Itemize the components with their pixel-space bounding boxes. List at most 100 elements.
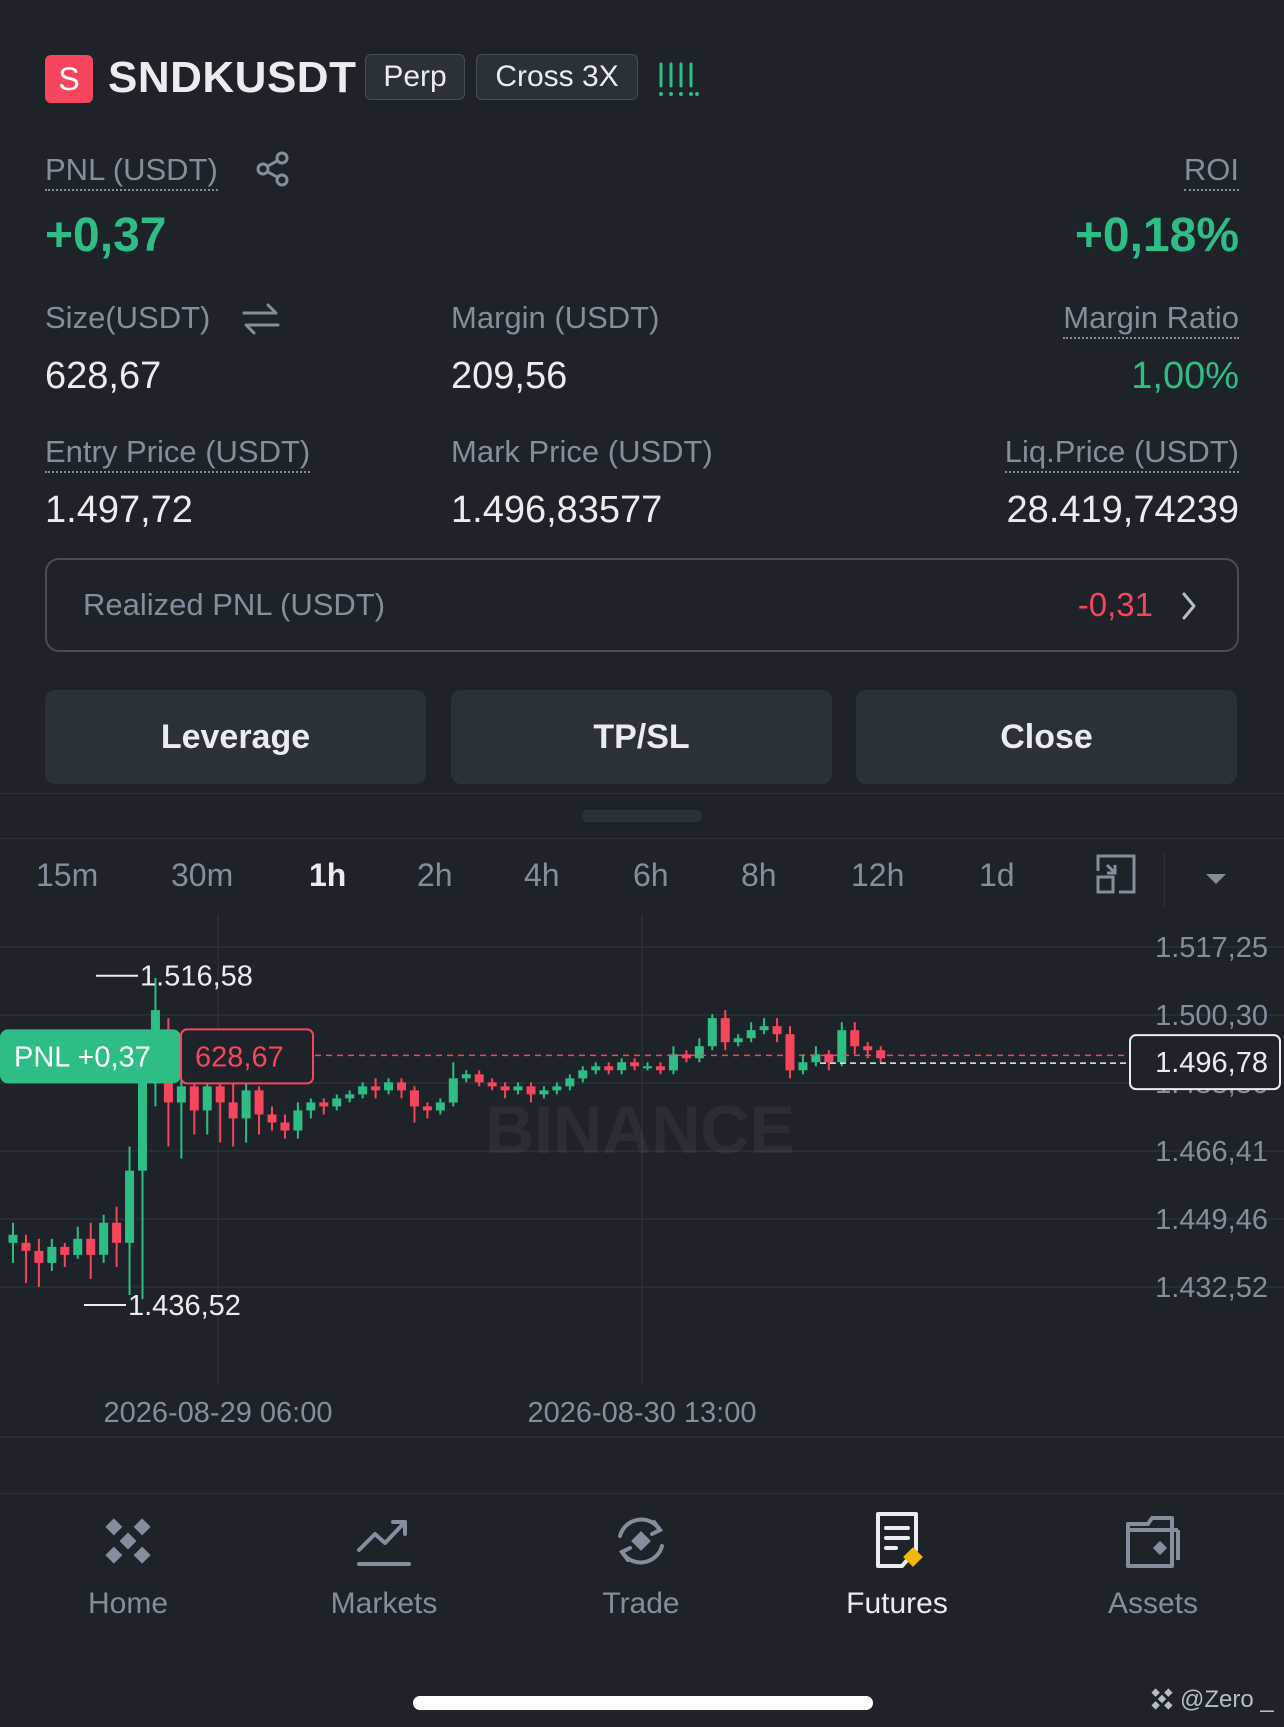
candle-body (215, 1086, 225, 1103)
candle (60, 1242, 70, 1267)
pnl-value: +0,37 (45, 209, 167, 262)
timeframe-15m[interactable]: 15m (36, 855, 98, 895)
perp-tag: Perp (365, 54, 465, 100)
timeframe-1d[interactable]: 1d (979, 855, 1015, 895)
dropdown-arrow-icon[interactable] (1203, 871, 1229, 887)
candle-body (759, 1026, 769, 1031)
cross-leverage-tag[interactable]: Cross 3X (476, 54, 638, 100)
candle (332, 1094, 342, 1111)
candle (668, 1046, 678, 1075)
candle (824, 1050, 834, 1071)
toolbar-divider (1164, 852, 1165, 908)
entry-price-label[interactable]: Entry Price (USDT) (45, 434, 311, 473)
pnl-label[interactable]: PNL (USDT) (45, 152, 218, 191)
candle (384, 1078, 394, 1095)
candle-body (746, 1030, 756, 1039)
candle-body (617, 1062, 627, 1071)
roi-label[interactable]: ROI (1183, 152, 1239, 191)
timeframe-6h[interactable]: 6h (633, 855, 669, 895)
timeframe-1h[interactable]: 1h (309, 855, 346, 895)
candle-body (8, 1234, 18, 1243)
candle-body (47, 1246, 57, 1263)
candle (306, 1098, 316, 1119)
candle-body (293, 1110, 303, 1131)
margin-ratio-label[interactable]: Margin Ratio (1063, 300, 1239, 339)
section-divider (0, 838, 1284, 839)
candle-body (552, 1086, 562, 1091)
signal-strength-icon (659, 62, 699, 96)
candle (371, 1078, 381, 1099)
high-price-label: 1.516,58 (140, 961, 253, 993)
fullscreen-icon[interactable] (1095, 853, 1137, 895)
share-icon[interactable] (255, 150, 291, 188)
mark-price-value: 1.496,83577 (451, 489, 663, 531)
candle (617, 1058, 627, 1075)
candle (319, 1098, 329, 1115)
close-position-button[interactable]: Close (856, 690, 1237, 784)
nav-assets[interactable]: Assets (1053, 1510, 1253, 1621)
candle-body (306, 1102, 316, 1111)
realized-pnl-row[interactable]: Realized PNL (USDT) -0,31 (45, 558, 1239, 652)
candle-body (500, 1086, 510, 1091)
candle (643, 1062, 653, 1071)
liq-price-label[interactable]: Liq.Price (USDT) (1004, 434, 1239, 473)
candle-body (241, 1090, 251, 1119)
candle-body (565, 1078, 575, 1087)
wallet-icon (1126, 1516, 1180, 1568)
candle-body (189, 1086, 199, 1111)
drag-handle[interactable] (582, 810, 702, 822)
home-icon (105, 1518, 151, 1564)
symbol-name[interactable]: SNDKUSDT (108, 48, 356, 108)
candle (876, 1046, 886, 1063)
home-indicator (413, 1696, 873, 1710)
nav-markets[interactable]: Markets (284, 1510, 484, 1621)
candle-body (720, 1018, 730, 1043)
candle-body (21, 1242, 31, 1251)
candle (8, 1222, 18, 1263)
candle-body (397, 1082, 406, 1091)
timeframe-8h[interactable]: 8h (741, 855, 777, 895)
nav-futures[interactable]: Futures (797, 1510, 997, 1621)
x-tick-label: 2026-08-29 06:00 (104, 1397, 333, 1429)
candle-body (772, 1026, 782, 1035)
candle-body (591, 1066, 601, 1071)
candle-body (332, 1098, 342, 1107)
swap-icon[interactable] (240, 300, 282, 338)
candle (422, 1102, 432, 1119)
candle (733, 1034, 743, 1047)
candle (681, 1050, 691, 1063)
candle-body (73, 1238, 83, 1255)
candle (34, 1238, 44, 1287)
candle-body (487, 1082, 497, 1087)
timeframe-4h[interactable]: 4h (524, 855, 560, 895)
candle (474, 1070, 484, 1087)
candle (73, 1226, 83, 1259)
nav-trade[interactable]: Trade (541, 1510, 741, 1621)
nav-home[interactable]: Home (28, 1510, 228, 1621)
candle-body (513, 1086, 523, 1091)
timeframe-30m[interactable]: 30m (171, 855, 233, 895)
candle (578, 1066, 588, 1083)
low-price-label: 1.436,52 (128, 1290, 241, 1322)
candle-body (733, 1038, 743, 1043)
candle-body (539, 1090, 549, 1095)
margin-value: 209,56 (451, 355, 568, 397)
timeframe-12h[interactable]: 12h (851, 855, 904, 895)
leverage-button[interactable]: Leverage (45, 690, 426, 784)
chart-watermark: BINANCE (485, 1092, 795, 1168)
candle-body (60, 1246, 70, 1255)
candle (798, 1054, 808, 1075)
section-divider (0, 793, 1284, 794)
candle (345, 1090, 355, 1103)
candle-body (280, 1122, 290, 1131)
candlestick-chart[interactable]: BINANCE PNL +0,37 628,671.516,581.436,52 … (0, 915, 1284, 1440)
candle-body (358, 1086, 368, 1095)
nav-trade-label: Trade (602, 1587, 680, 1620)
tpsl-button[interactable]: TP/SL (451, 690, 832, 784)
y-tick-label: 1.517,25 (1155, 932, 1268, 964)
timeframe-2h[interactable]: 2h (417, 855, 453, 895)
watermark-text: @Zero _ (1180, 1686, 1274, 1713)
liq-price-value: 28.419,74239 (1006, 489, 1239, 531)
candle (435, 1098, 445, 1115)
candle (125, 1146, 135, 1296)
